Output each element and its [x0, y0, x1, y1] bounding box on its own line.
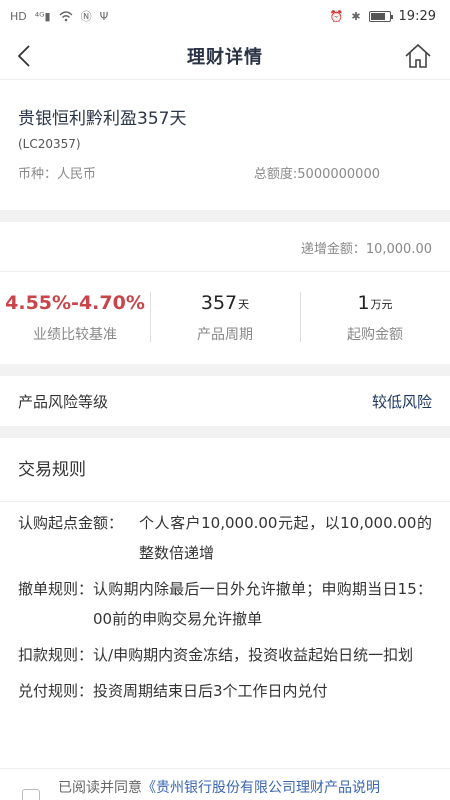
product-name: 贵银恒利黔利盈357天: [18, 109, 187, 129]
rule-key: 认购起点金额：: [18, 514, 124, 532]
rule-key: 兑付规则：: [18, 682, 94, 700]
agreement-link[interactable]: 《贵州银行股份有限公司理财产品说明: [142, 780, 380, 796]
agreement-text: 已阅读并同意《贵州银行股份有限公司理财产品说明: [58, 777, 380, 799]
nav-bar: 理财详情: [0, 32, 450, 80]
rule-cancel: 撤单规则： 认购期内除最后一日外允许撤单；申购期当日15：00前的申购交易允许撤…: [18, 574, 432, 634]
rate-label: 业绩比较基准: [33, 327, 117, 343]
product-meta-row: 币种：人民币 总额度:5000000000: [18, 163, 432, 182]
hd-icon: HD: [10, 9, 27, 23]
period-value: 357: [200, 292, 238, 314]
page-title: 理财详情: [187, 46, 263, 68]
period-value-wrap: 357 天: [201, 290, 249, 314]
rule-key: 撤单规则：: [18, 580, 94, 598]
min-buy-unit: 万元: [370, 298, 393, 311]
stat-period: 357 天 产品周期: [150, 290, 300, 344]
min-buy-label: 起购金额: [347, 327, 403, 343]
step-amount: 递增金额：10,000.00: [0, 222, 450, 272]
bluetooth-icon: ✱: [351, 9, 361, 23]
product-code: (LC20357): [18, 137, 81, 151]
risk-label: 产品风险等级: [18, 392, 109, 411]
status-bar: HD ⁴ᴳ▮ Ⓝ Ψ ⏰ ✱ 19:29: [0, 0, 450, 32]
home-button[interactable]: [402, 40, 434, 72]
rule-value: 个人客户10,000.00元起，以10,000.00的整数倍递增: [139, 514, 432, 562]
agreement-checkbox[interactable]: [22, 789, 40, 800]
product-total-amount: 总额度:5000000000: [253, 167, 380, 182]
risk-level-row[interactable]: 产品风险等级 较低风险: [0, 376, 450, 426]
usb-icon: Ψ: [99, 9, 109, 23]
product-currency: 币种：人民币: [18, 167, 97, 182]
rules-title: 交易规则: [0, 438, 450, 502]
chevron-left-icon: [17, 45, 30, 67]
rule-redemption: 兑付规则： 投资周期结束日后3个工作日内兑付: [18, 676, 432, 706]
stat-rate: 4.55%-4.70% 业绩比较基准: [0, 290, 150, 344]
rule-value: 认/申购期内资金冻结，投资收益起始日统一扣划: [93, 646, 414, 664]
rule-deduction: 扣款规则： 认/申购期内资金冻结，投资收益起始日统一扣划: [18, 640, 432, 670]
rule-subscription-min: 认购起点金额： 个人客户10,000.00元起，以10,000.00的整数倍递增: [18, 508, 432, 568]
rule-value: 投资周期结束日后3个工作日内兑付: [93, 682, 328, 700]
status-bar-left: HD ⁴ᴳ▮ Ⓝ Ψ: [10, 8, 108, 24]
nfc-icon: Ⓝ: [80, 10, 92, 23]
agreement-bar: 已阅读并同意《贵州银行股份有限公司理财产品说明: [0, 768, 450, 800]
status-time: 19:29: [398, 8, 436, 24]
product-info: 贵银恒利黔利盈357天 (LC20357) 币种：人民币 总额度:5000000…: [0, 80, 450, 210]
back-button[interactable]: [10, 42, 38, 70]
stat-columns: 4.55%-4.70% 业绩比较基准 357 天 产品周期 1 万元 起购金额: [0, 272, 450, 364]
rule-key: 扣款规则：: [18, 646, 94, 664]
trade-rules: 交易规则 认购起点金额： 个人客户10,000.00元起，以10,000.00的…: [0, 438, 450, 800]
status-bar-right: ⏰ ✱ 19:29: [330, 9, 436, 24]
battery-icon: [368, 10, 393, 22]
alarm-icon: ⏰: [329, 9, 344, 23]
product-stats: 递增金额：10,000.00 4.55%-4.70% 业绩比较基准 357 天 产…: [0, 222, 450, 364]
min-buy-value-wrap: 1 万元: [357, 290, 392, 314]
stat-min-buy: 1 万元 起购金额: [300, 290, 450, 344]
period-label: 产品周期: [197, 327, 253, 343]
rule-value: 认购期内除最后一日外允许撤单；申购期当日15：00前的申购交易允许撤单: [93, 580, 432, 628]
rate-value: 4.55%-4.70%: [5, 292, 145, 314]
risk-value: 较低风险: [371, 392, 432, 411]
agreement-prefix: 已阅读并同意: [58, 780, 142, 796]
home-icon: [405, 43, 431, 68]
period-unit: 天: [238, 298, 250, 311]
wifi-icon: [59, 11, 73, 22]
min-buy-value: 1: [357, 292, 370, 314]
signal-4g-icon: ⁴ᴳ▮: [34, 9, 51, 23]
